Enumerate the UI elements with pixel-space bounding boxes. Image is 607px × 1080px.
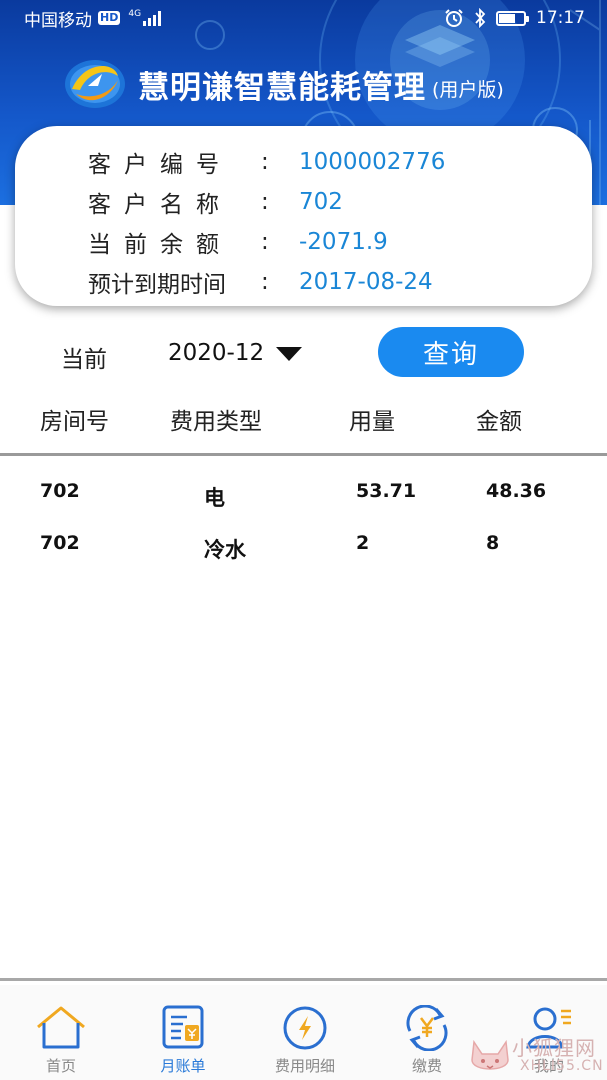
nav-mine-label: 我的 bbox=[533, 1057, 564, 1075]
colon: : bbox=[261, 269, 269, 295]
customer-id-value: 1000002776 bbox=[299, 149, 446, 175]
expiry-row: 预计到期时间 : 2017-08-24 bbox=[15, 262, 592, 302]
monthly-bill-icon bbox=[162, 1005, 204, 1049]
home-icon bbox=[37, 1006, 85, 1049]
expiry-label: 预计到期时间 bbox=[88, 272, 226, 298]
dropdown-arrow-icon bbox=[276, 347, 303, 361]
customer-name-label: 客户名称 bbox=[88, 192, 232, 218]
app-title: 慧明谦智慧能耗管理 bbox=[138, 69, 426, 106]
expiry-value: 2017-08-24 bbox=[299, 269, 433, 295]
colon: : bbox=[261, 229, 269, 255]
query-row: 当前 2020-12 查询 bbox=[0, 326, 607, 382]
header-fee-type: 费用类型 bbox=[170, 409, 262, 435]
table-divider bbox=[0, 453, 607, 456]
customer-id-label: 客户编号 bbox=[88, 152, 232, 178]
period-label: 当前 bbox=[61, 347, 107, 373]
cell-fee-type: 电 bbox=[204, 486, 225, 510]
nav-monthly-bill-label: 月账单 bbox=[160, 1057, 206, 1075]
month-value: 2020-12 bbox=[168, 340, 265, 366]
nav-home-label: 首页 bbox=[45, 1057, 76, 1075]
nav-fee-details-label: 费用明细 bbox=[274, 1057, 335, 1075]
cell-amount: 8 bbox=[486, 532, 500, 554]
cell-room: 702 bbox=[40, 532, 80, 554]
balance-value: -2071.9 bbox=[299, 229, 388, 255]
clock-time: 17:17 bbox=[536, 8, 585, 28]
table-body: 702 电 53.71 48.36 702 冷水 2 8 bbox=[0, 470, 607, 574]
cell-usage: 53.71 bbox=[356, 480, 417, 502]
nav-fee-details[interactable]: 费用明细 bbox=[250, 985, 360, 1080]
battery-icon bbox=[496, 10, 529, 26]
nav-payment[interactable]: 缴费 bbox=[372, 985, 482, 1080]
table-row[interactable]: 702 电 53.71 48.36 bbox=[0, 470, 607, 522]
balance-label: 当前余额 bbox=[88, 232, 232, 258]
app-title-bar: 慧明谦智慧能耗管理 (用户版) bbox=[62, 54, 504, 114]
customer-name-value: 702 bbox=[299, 189, 343, 215]
network-type: 4G bbox=[128, 9, 142, 19]
customer-id-row: 客户编号 : 1000002776 bbox=[15, 142, 592, 182]
user-icon bbox=[526, 1007, 571, 1049]
yuan-refresh-icon bbox=[406, 1005, 448, 1051]
table-row[interactable]: 702 冷水 2 8 bbox=[0, 522, 607, 574]
bottom-nav-divider bbox=[0, 978, 607, 981]
cell-usage: 2 bbox=[356, 532, 370, 554]
nav-home[interactable]: 首页 bbox=[6, 985, 116, 1080]
customer-name-row: 客户名称 : 702 bbox=[15, 182, 592, 222]
lightning-icon bbox=[283, 1006, 327, 1050]
cell-room: 702 bbox=[40, 480, 80, 502]
hd-badge: HD bbox=[98, 11, 121, 25]
company-logo bbox=[65, 60, 125, 108]
balance-row: 当前余额 : -2071.9 bbox=[15, 222, 592, 262]
nav-payment-label: 缴费 bbox=[411, 1057, 442, 1075]
bluetooth-icon bbox=[475, 8, 486, 28]
cell-fee-type: 冷水 bbox=[204, 538, 246, 562]
query-button[interactable]: 查询 bbox=[378, 327, 524, 377]
header-room: 房间号 bbox=[40, 409, 109, 435]
alarm-icon bbox=[445, 9, 463, 27]
nav-monthly-bill[interactable]: 月账单 bbox=[128, 985, 238, 1080]
cell-amount: 48.36 bbox=[486, 480, 547, 502]
nav-mine[interactable]: 我的 bbox=[494, 985, 604, 1080]
colon: : bbox=[261, 149, 269, 175]
carrier-name: 中国移动 bbox=[24, 10, 92, 31]
table-header: 房间号 费用类型 用量 金额 bbox=[0, 394, 607, 438]
month-selector[interactable]: 2020-12 bbox=[168, 340, 303, 366]
header-amount: 金额 bbox=[476, 409, 522, 435]
header-usage: 用量 bbox=[349, 409, 395, 435]
bottom-nav: 首页 月账单 费用明细 缴费 我的 bbox=[0, 985, 607, 1080]
signal-icon: 4G bbox=[128, 9, 162, 26]
colon: : bbox=[261, 189, 269, 215]
app-subtitle: (用户版) bbox=[432, 78, 504, 101]
status-bar: 中国移动 HD 4G 17:17 bbox=[0, 0, 607, 36]
customer-info-card: 客户编号 : 1000002776 客户名称 : 702 当前余额 : -207… bbox=[15, 126, 592, 306]
